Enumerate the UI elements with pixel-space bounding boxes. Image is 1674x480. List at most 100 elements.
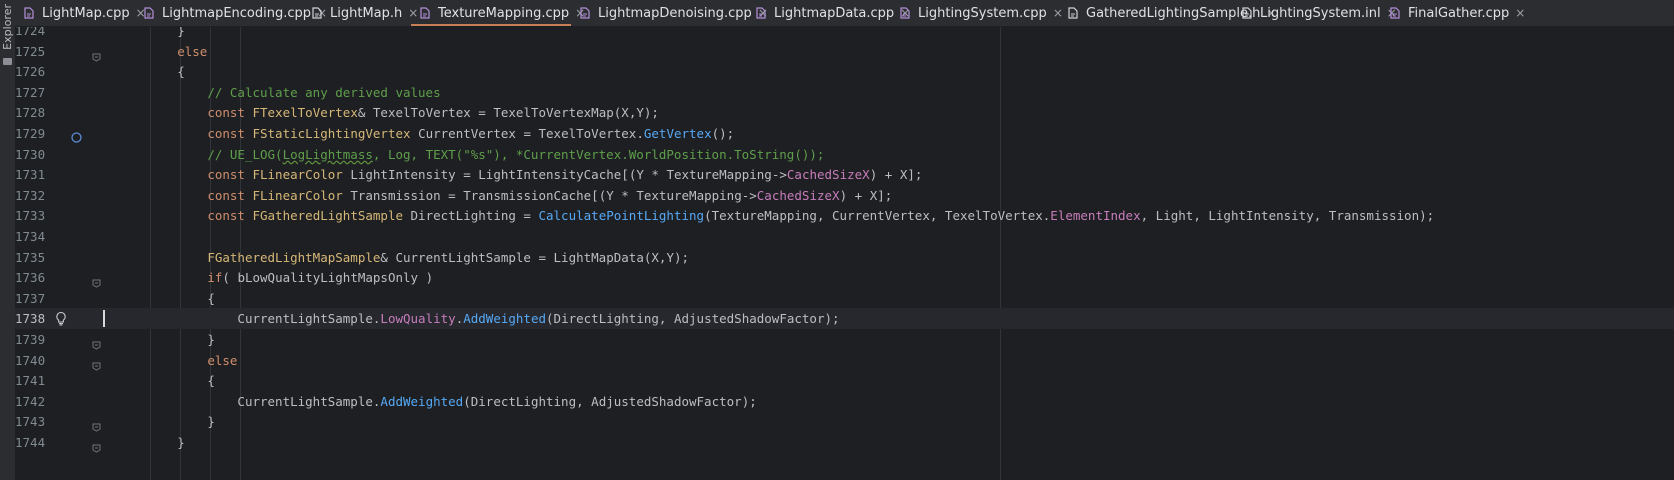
tab-label: LightingSystem.cpp bbox=[918, 5, 1047, 21]
code-text[interactable]: if( bLowQualityLightMapsOnly ) bbox=[117, 267, 433, 288]
code-text[interactable]: CurrentLightSample.AddWeighted(DirectLig… bbox=[117, 391, 756, 412]
cpp-file-icon bbox=[23, 7, 35, 19]
code-text[interactable]: CurrentLightSample.LowQuality.AddWeighte… bbox=[117, 308, 839, 329]
line-number[interactable]: 1737 bbox=[15, 288, 45, 309]
code-text[interactable]: else bbox=[117, 41, 207, 62]
line-number[interactable]: 1739 bbox=[15, 329, 45, 350]
code-text[interactable]: // UE_LOG(LogLightmass, Log, TEXT("%s"),… bbox=[117, 144, 824, 165]
code-line[interactable]: 1738 CurrentLightSample.LowQuality.AddWe… bbox=[15, 308, 1674, 330]
code-line[interactable]: 1728 const FTexelToVertex& TexelToVertex… bbox=[15, 102, 1674, 123]
tab-label: LightMap.cpp bbox=[42, 5, 130, 21]
tab-lightmap-cpp[interactable]: LightMap.cpp × bbox=[15, 0, 146, 26]
line-number[interactable]: 1733 bbox=[15, 205, 45, 226]
header-file-icon bbox=[311, 7, 323, 19]
fold-icon[interactable] bbox=[92, 47, 101, 62]
code-text[interactable]: const FLinearColor Transmission = Transm… bbox=[117, 185, 892, 206]
lightbulb-icon[interactable] bbox=[54, 311, 68, 326]
code-line[interactable]: 1731 const FLinearColor LightIntensity =… bbox=[15, 164, 1674, 185]
code-line[interactable]: 1724 } bbox=[15, 27, 1674, 41]
code-line[interactable]: 1735 FGatheredLightMapSample& CurrentLig… bbox=[15, 247, 1674, 268]
line-number[interactable]: 1726 bbox=[15, 61, 45, 82]
line-number[interactable]: 1731 bbox=[15, 164, 45, 185]
code-text[interactable]: FGatheredLightMapSample& CurrentLightSam… bbox=[117, 247, 689, 268]
code-text[interactable]: } bbox=[117, 27, 185, 41]
line-number[interactable]: 1741 bbox=[15, 370, 45, 391]
tab-lightingsystem-inl[interactable]: LightingSystem.inl × bbox=[1233, 0, 1397, 26]
tab-gatheredlightingsample-h[interactable]: GatheredLightingSample.h × bbox=[1059, 0, 1276, 26]
line-number[interactable]: 1742 bbox=[15, 391, 45, 412]
code-text[interactable]: } bbox=[117, 432, 185, 453]
code-line[interactable]: 1739 } bbox=[15, 329, 1674, 350]
code-text[interactable]: { bbox=[117, 288, 215, 309]
code-line[interactable]: 1740 else bbox=[15, 350, 1674, 371]
tab-label: TextureMapping.cpp bbox=[438, 5, 570, 21]
code-line[interactable]: 1736 if( bLowQualityLightMapsOnly ) bbox=[15, 267, 1674, 288]
code-text[interactable]: const FTexelToVertex& TexelToVertex = Te… bbox=[117, 102, 659, 123]
cpp-file-icon bbox=[579, 7, 591, 19]
line-number[interactable]: 1736 bbox=[15, 267, 45, 288]
line-number[interactable]: 1735 bbox=[15, 247, 45, 268]
code-text[interactable]: } bbox=[117, 411, 215, 432]
folder-icon[interactable] bbox=[3, 58, 12, 65]
line-number[interactable]: 1740 bbox=[15, 350, 45, 371]
explorer-label[interactable]: Explorer bbox=[1, 4, 15, 50]
code-text[interactable]: else bbox=[117, 350, 237, 371]
code-line[interactable]: 1744 } bbox=[15, 432, 1674, 453]
breakpoint-icon[interactable] bbox=[71, 128, 82, 143]
code-text[interactable]: } bbox=[117, 329, 215, 350]
fold-icon[interactable] bbox=[92, 417, 101, 432]
code-line[interactable]: 1743 } bbox=[15, 411, 1674, 432]
code-text[interactable]: const FGatheredLightSample DirectLightin… bbox=[117, 205, 1434, 226]
cpp-file-icon bbox=[143, 7, 155, 19]
code-text[interactable]: const FLinearColor LightIntensity = Ligh… bbox=[117, 164, 922, 185]
tab-label: LightMap.h bbox=[330, 5, 403, 21]
tab-label: LightmapDenoising.cpp bbox=[598, 5, 752, 21]
tab-lightingsystem-cpp[interactable]: LightingSystem.cpp × bbox=[891, 0, 1063, 26]
code-line[interactable]: 1730 // UE_LOG(LogLightmass, Log, TEXT("… bbox=[15, 144, 1674, 165]
code-line[interactable]: 1737 { bbox=[15, 288, 1674, 309]
cpp-file-icon bbox=[755, 7, 767, 19]
line-number[interactable]: 1738 bbox=[15, 308, 45, 329]
code-line[interactable]: 1742 CurrentLightSample.AddWeighted(Dire… bbox=[15, 391, 1674, 412]
fold-icon[interactable] bbox=[92, 438, 101, 453]
text-caret bbox=[103, 310, 105, 328]
line-number[interactable]: 1730 bbox=[15, 144, 45, 165]
line-number[interactable]: 1728 bbox=[15, 102, 45, 123]
code-line[interactable]: 1725 else bbox=[15, 41, 1674, 62]
tab-lightmapencoding-cpp[interactable]: LightmapEncoding.cpp × bbox=[135, 0, 327, 26]
line-number[interactable]: 1725 bbox=[15, 41, 45, 62]
tab-finalgather-cpp[interactable]: FinalGather.cpp × bbox=[1381, 0, 1525, 26]
tab-label: LightmapData.cpp bbox=[774, 5, 895, 21]
line-number[interactable]: 1743 bbox=[15, 411, 45, 432]
code-text[interactable]: // Calculate any derived values bbox=[117, 82, 440, 103]
code-line[interactable]: 1726 { bbox=[15, 61, 1674, 82]
tab-lightmapdenoising-cpp[interactable]: LightmapDenoising.cpp × bbox=[571, 0, 768, 26]
close-icon[interactable]: × bbox=[1515, 6, 1525, 20]
explorer-sidebar[interactable]: Explorer bbox=[0, 0, 16, 480]
cpp-file-icon bbox=[419, 7, 431, 19]
line-number[interactable]: 1724 bbox=[15, 27, 45, 41]
line-number[interactable]: 1732 bbox=[15, 185, 45, 206]
code-text[interactable]: { bbox=[117, 61, 185, 82]
tab-lightmapdata-cpp[interactable]: LightmapData.cpp × bbox=[747, 0, 910, 26]
code-text[interactable]: const FStaticLightingVertex CurrentVerte… bbox=[117, 123, 734, 144]
line-number[interactable]: 1729 bbox=[15, 123, 45, 144]
tab-texturemapping-cpp[interactable]: TextureMapping.cpp × bbox=[411, 0, 585, 26]
code-line[interactable]: 1732 const FLinearColor Transmission = T… bbox=[15, 185, 1674, 206]
code-line[interactable]: 1729 const FStaticLightingVertex Current… bbox=[15, 123, 1674, 144]
tab-label: LightmapEncoding.cpp bbox=[162, 5, 312, 21]
line-number[interactable]: 1744 bbox=[15, 432, 45, 453]
tab-lightmap-h[interactable]: LightMap.h × bbox=[303, 0, 418, 26]
line-number[interactable]: 1727 bbox=[15, 82, 45, 103]
code-line[interactable]: 1741 { bbox=[15, 370, 1674, 391]
code-line[interactable]: 1733 const FGatheredLightSample DirectLi… bbox=[15, 205, 1674, 226]
line-number[interactable]: 1734 bbox=[15, 226, 45, 247]
fold-icon[interactable] bbox=[92, 356, 101, 371]
cpp-file-icon bbox=[1389, 7, 1401, 19]
fold-icon[interactable] bbox=[92, 273, 101, 288]
code-line[interactable]: 1734 bbox=[15, 226, 1674, 247]
code-line[interactable]: 1727 // Calculate any derived values bbox=[15, 82, 1674, 103]
fold-icon[interactable] bbox=[92, 335, 101, 350]
code-editor[interactable]: 1724 } 1725 else 1726 {1727 // Calculate a… bbox=[15, 27, 1674, 480]
code-text[interactable]: { bbox=[117, 370, 215, 391]
